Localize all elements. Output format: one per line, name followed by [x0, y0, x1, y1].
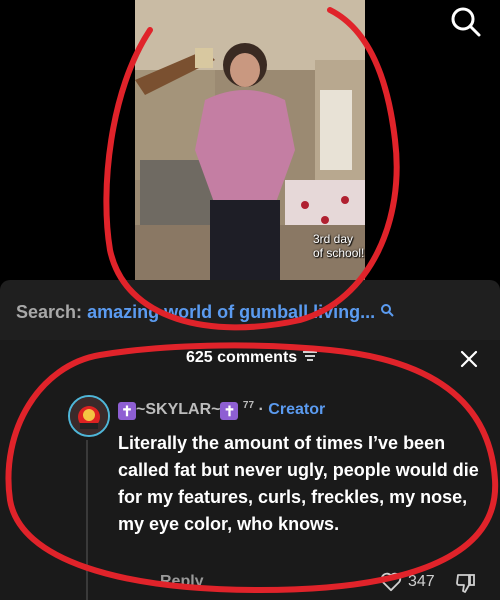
- search-button[interactable]: [448, 4, 484, 40]
- search-query: amazing world of gumball living...: [87, 302, 376, 322]
- heart-icon: [380, 572, 402, 592]
- video-caption: 3rd day of school!: [313, 232, 365, 260]
- video-area: 3rd day of school!: [0, 0, 500, 280]
- comments-header: 625 comments: [0, 340, 500, 380]
- comments-count-label: 625 comments: [186, 349, 298, 366]
- thread-line: [86, 440, 88, 600]
- sort-icon: [302, 351, 317, 361]
- thumbs-down-icon: [456, 574, 475, 593]
- avatar-image: [70, 397, 108, 435]
- search-suggestion[interactable]: Search: amazing world of gumball living.…: [16, 302, 394, 323]
- video-frame[interactable]: 3rd day of school!: [135, 0, 365, 280]
- comment-username[interactable]: ~SKYLAR~: [136, 401, 220, 418]
- comment-text: Literally the amount of times I’ve been …: [118, 433, 479, 534]
- close-icon: [460, 350, 478, 368]
- search-icon: [451, 7, 481, 37]
- reply-button[interactable]: Reply: [160, 573, 204, 591]
- like-button[interactable]: [380, 572, 402, 597]
- close-comments-button[interactable]: [456, 346, 482, 372]
- creator-badge: Creator: [268, 401, 326, 418]
- dislike-button[interactable]: [455, 572, 477, 599]
- search-suggestion-bar[interactable]: Search: amazing world of gumball living.…: [0, 280, 500, 340]
- cross-emoji-icon: ✝: [220, 402, 239, 420]
- search-small-icon: [381, 304, 394, 317]
- cross-emoji-icon: ✝: [118, 402, 136, 420]
- meta-separator: ·: [258, 401, 264, 418]
- avatar[interactable]: [68, 395, 110, 437]
- username-superscript: 77: [242, 400, 255, 411]
- search-prefix: Search:: [16, 302, 83, 322]
- comments-count-sort[interactable]: 625 comments: [186, 349, 318, 367]
- comment-meta: ✝ ~SKYLAR~ ✝ 77 · Creator: [118, 400, 325, 420]
- comments-panel: 625 comments ✝ ~SKYLAR~ ✝ 77 · Creator L…: [0, 340, 500, 600]
- like-count: 347: [408, 573, 435, 590]
